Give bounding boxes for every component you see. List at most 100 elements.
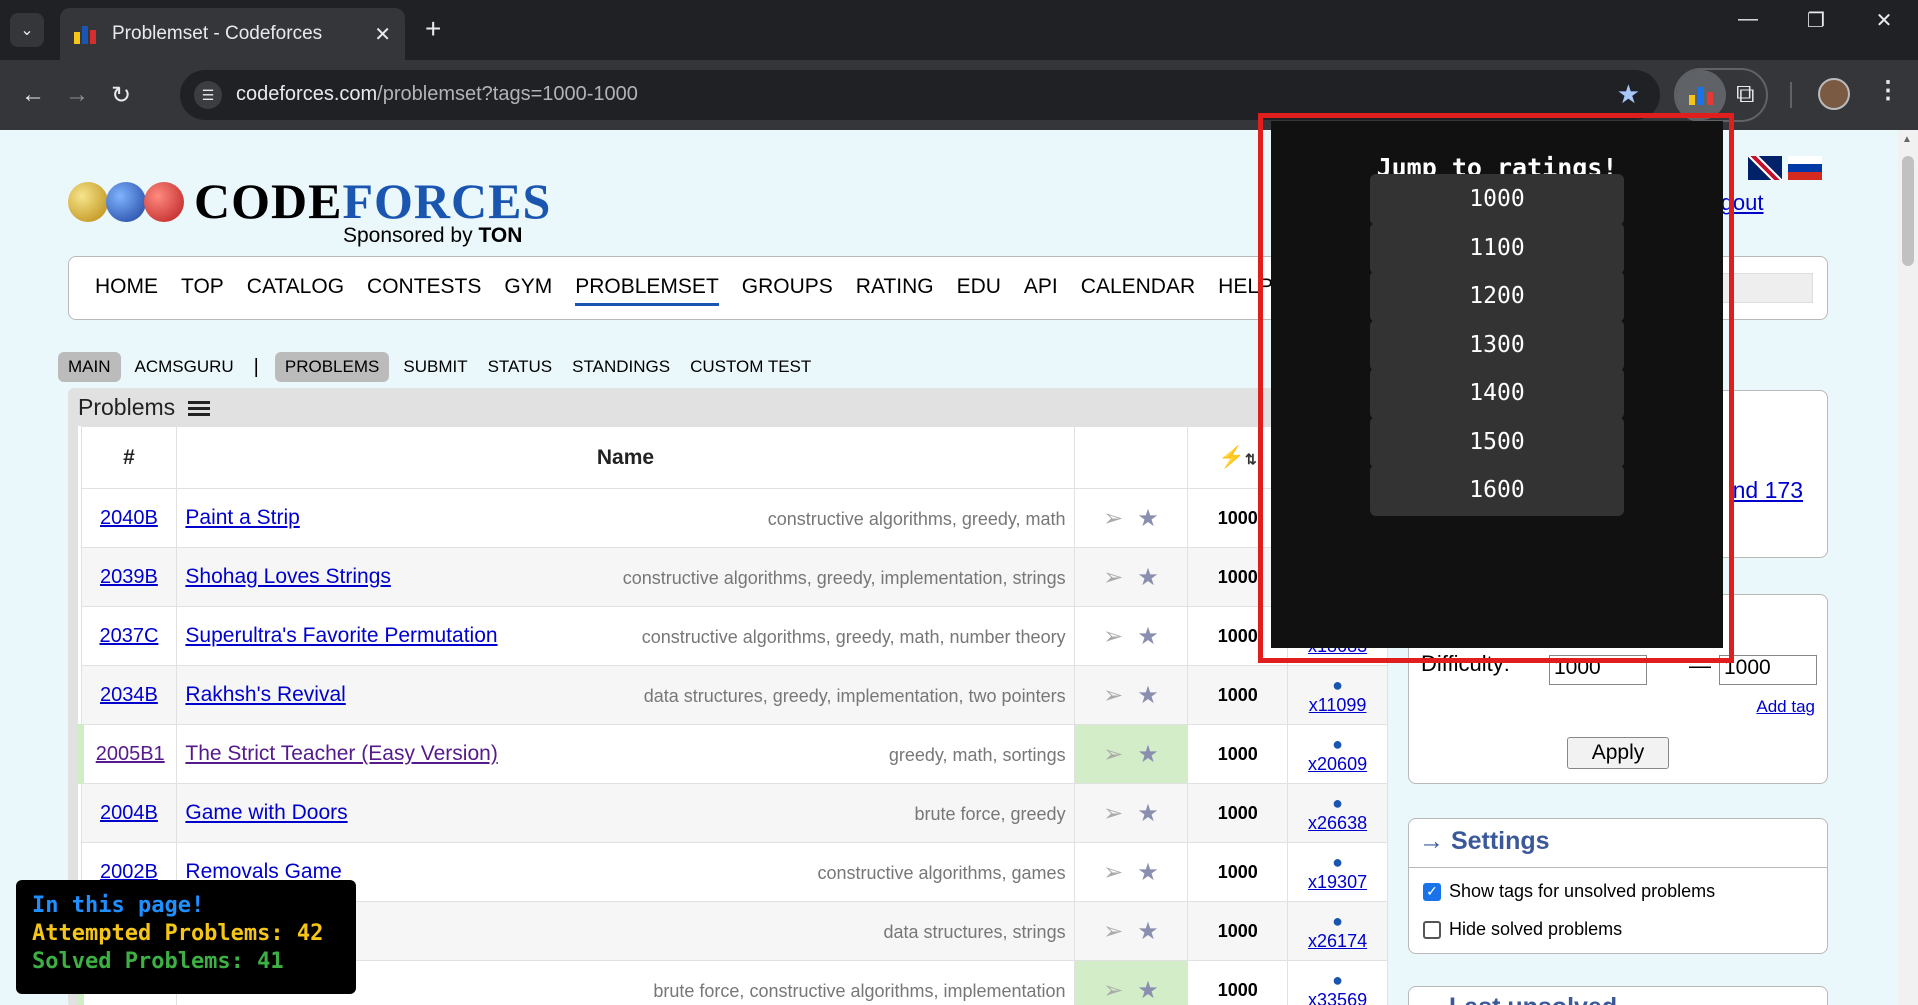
english-flag-icon[interactable] [1748,156,1782,180]
sort-icon[interactable]: ⇅ [1245,451,1257,467]
favourite-star-icon[interactable]: ★ [1137,918,1159,945]
problem-name-link[interactable]: The Strict Teacher (Easy Version) [185,742,497,765]
problem-id-link[interactable]: 2039B [100,566,158,588]
rating-button-1000[interactable]: 1000 [1370,174,1624,225]
menu-item-gym[interactable]: GYM [504,275,552,306]
menu-item-top[interactable]: TOP [181,275,224,306]
menu-item-problemset[interactable]: PROBLEMSET [575,275,719,306]
rating-button-1400[interactable]: 1400 [1370,368,1624,419]
submit-paper-plane-icon[interactable]: ➢ [1103,564,1123,591]
problem-id-link[interactable]: 2004B [100,802,158,824]
restore-button[interactable]: ❐ [1782,8,1850,33]
settings-title: → Settings [1419,827,1550,855]
solved-count-link[interactable]: x19307 [1308,872,1367,892]
second-level-menu: MAIN ACMSGURU | PROBLEMS SUBMIT STATUS S… [58,352,831,382]
favourite-star-icon[interactable]: ★ [1137,564,1159,591]
tab-close-icon[interactable]: ✕ [374,22,391,47]
page-scrollbar[interactable]: ▲ [1898,130,1918,1005]
add-tag-link[interactable]: Add tag [1756,697,1815,717]
list-view-icon[interactable] [187,398,210,419]
rating-button-1200[interactable]: 1200 [1370,271,1624,322]
hide-solved-checkbox[interactable] [1423,920,1441,939]
problem-solved-cell: ● x11099 [1287,665,1388,725]
favourite-star-icon[interactable]: ★ [1137,623,1159,650]
solved-count-link[interactable]: x26174 [1308,931,1367,951]
solved-count-link[interactable]: x33569 [1308,990,1367,1005]
bookmark-star-icon[interactable]: ★ [1617,79,1640,110]
submenu-main[interactable]: MAIN [58,352,121,382]
favourite-star-icon[interactable]: ★ [1137,682,1159,709]
problem-id-link[interactable]: 2040B [100,507,158,529]
submenu-acmsguru[interactable]: ACMSGURU [135,357,234,377]
problem-name-link[interactable]: Rakhsh's Revival [185,683,345,706]
rating-button-1300[interactable]: 1300 [1370,319,1624,371]
scroll-thumb[interactable] [1902,156,1914,266]
rating-button-1500[interactable]: 1500 [1370,416,1624,468]
show-tags-option[interactable]: ✓ Show tags for unsolved problems [1423,881,1715,902]
submit-paper-plane-icon[interactable]: ➢ [1103,741,1123,768]
extensions-puzzle-icon[interactable]: ⧉ [1736,78,1755,110]
problem-name-link[interactable]: Paint a Strip [185,506,299,529]
header-id[interactable]: # [80,426,178,489]
submit-paper-plane-icon[interactable]: ➢ [1103,859,1123,886]
submenu-submit[interactable]: SUBMIT [403,357,467,377]
codeforces-logo[interactable]: CODEFORCES Sponsored by TON [68,172,550,252]
submit-paper-plane-icon[interactable]: ➢ [1103,505,1123,532]
menu-item-home[interactable]: HOME [95,275,158,306]
problem-tags: constructive algorithms, greedy, impleme… [622,568,1066,588]
menu-item-calendar[interactable]: CALENDAR [1081,275,1195,306]
favourite-star-icon[interactable]: ★ [1137,505,1159,532]
submit-paper-plane-icon[interactable]: ➢ [1103,918,1123,945]
scroll-up-arrow-icon[interactable]: ▲ [1902,134,1912,145]
favourite-star-icon[interactable]: ★ [1137,741,1159,768]
menu-item-catalog[interactable]: CATALOG [247,275,344,306]
problem-name-link[interactable]: Superultra's Favorite Permutation [185,624,497,647]
submenu-problems[interactable]: PROBLEMS [274,352,390,382]
url-text[interactable]: codeforces.com/problemset?tags=1000-1000 [236,83,638,106]
reload-icon[interactable]: ↻ [104,78,138,112]
rating-button-1600[interactable]: 1600 [1370,465,1624,516]
site-info-icon[interactable]: ☰ [194,81,222,109]
menu-item-groups[interactable]: GROUPS [742,275,833,306]
problem-name-link[interactable]: Game with Doors [185,801,347,824]
menu-item-edu[interactable]: EDU [957,275,1001,306]
solved-count-link[interactable]: x20609 [1308,754,1367,774]
browser-tab[interactable]: Problemset - Codeforces ✕ [60,8,405,60]
solved-count-link[interactable]: x11099 [1309,695,1367,715]
show-tags-checkbox[interactable]: ✓ [1423,882,1441,901]
submenu-standings[interactable]: STANDINGS [572,357,670,377]
submenu-custom-test[interactable]: CUSTOM TEST [690,357,811,377]
problem-id-link[interactable]: 2037C [99,625,158,647]
back-arrow-icon[interactable]: ← [16,78,50,112]
header-name[interactable]: Name [176,426,1075,489]
forward-arrow-icon[interactable]: → [60,78,94,112]
problem-id-link[interactable]: 2005B1 [96,743,165,765]
menu-item-rating[interactable]: RATING [856,275,934,306]
submit-paper-plane-icon[interactable]: ➢ [1103,800,1123,827]
favourite-star-icon[interactable]: ★ [1137,800,1159,827]
submit-paper-plane-icon[interactable]: ➢ [1103,682,1123,709]
russian-flag-icon[interactable] [1788,156,1822,180]
profile-avatar[interactable] [1818,78,1850,110]
submit-paper-plane-icon[interactable]: ➢ [1103,623,1123,650]
close-window-button[interactable]: ✕ [1850,8,1918,33]
minimize-button[interactable]: — [1714,8,1782,33]
problem-name-link[interactable]: Shohag Loves Strings [185,565,390,588]
stats-attempted: Attempted Problems: 42 [32,921,324,946]
apply-button[interactable]: Apply [1567,737,1669,769]
favourite-star-icon[interactable]: ★ [1137,859,1159,886]
submit-paper-plane-icon[interactable]: ➢ [1103,977,1123,1004]
contest-link[interactable]: nd 173 [1733,477,1803,504]
new-tab-button[interactable]: + [425,14,441,44]
kebab-menu-icon[interactable]: ⋮ [1876,76,1900,105]
hide-solved-option[interactable]: Hide solved problems [1423,919,1622,940]
menu-item-api[interactable]: API [1024,275,1058,306]
submenu-status[interactable]: STATUS [488,357,553,377]
rating-button-1100[interactable]: 1100 [1370,222,1624,274]
tab-search-chevron-icon[interactable]: ⌄ [10,13,44,47]
problem-tags: constructive algorithms, greedy, math, n… [641,627,1066,647]
solved-count-link[interactable]: x26638 [1308,813,1367,833]
problem-id-link[interactable]: 2034B [100,684,158,706]
menu-item-contests[interactable]: CONTESTS [367,275,481,306]
favourite-star-icon[interactable]: ★ [1137,977,1159,1004]
